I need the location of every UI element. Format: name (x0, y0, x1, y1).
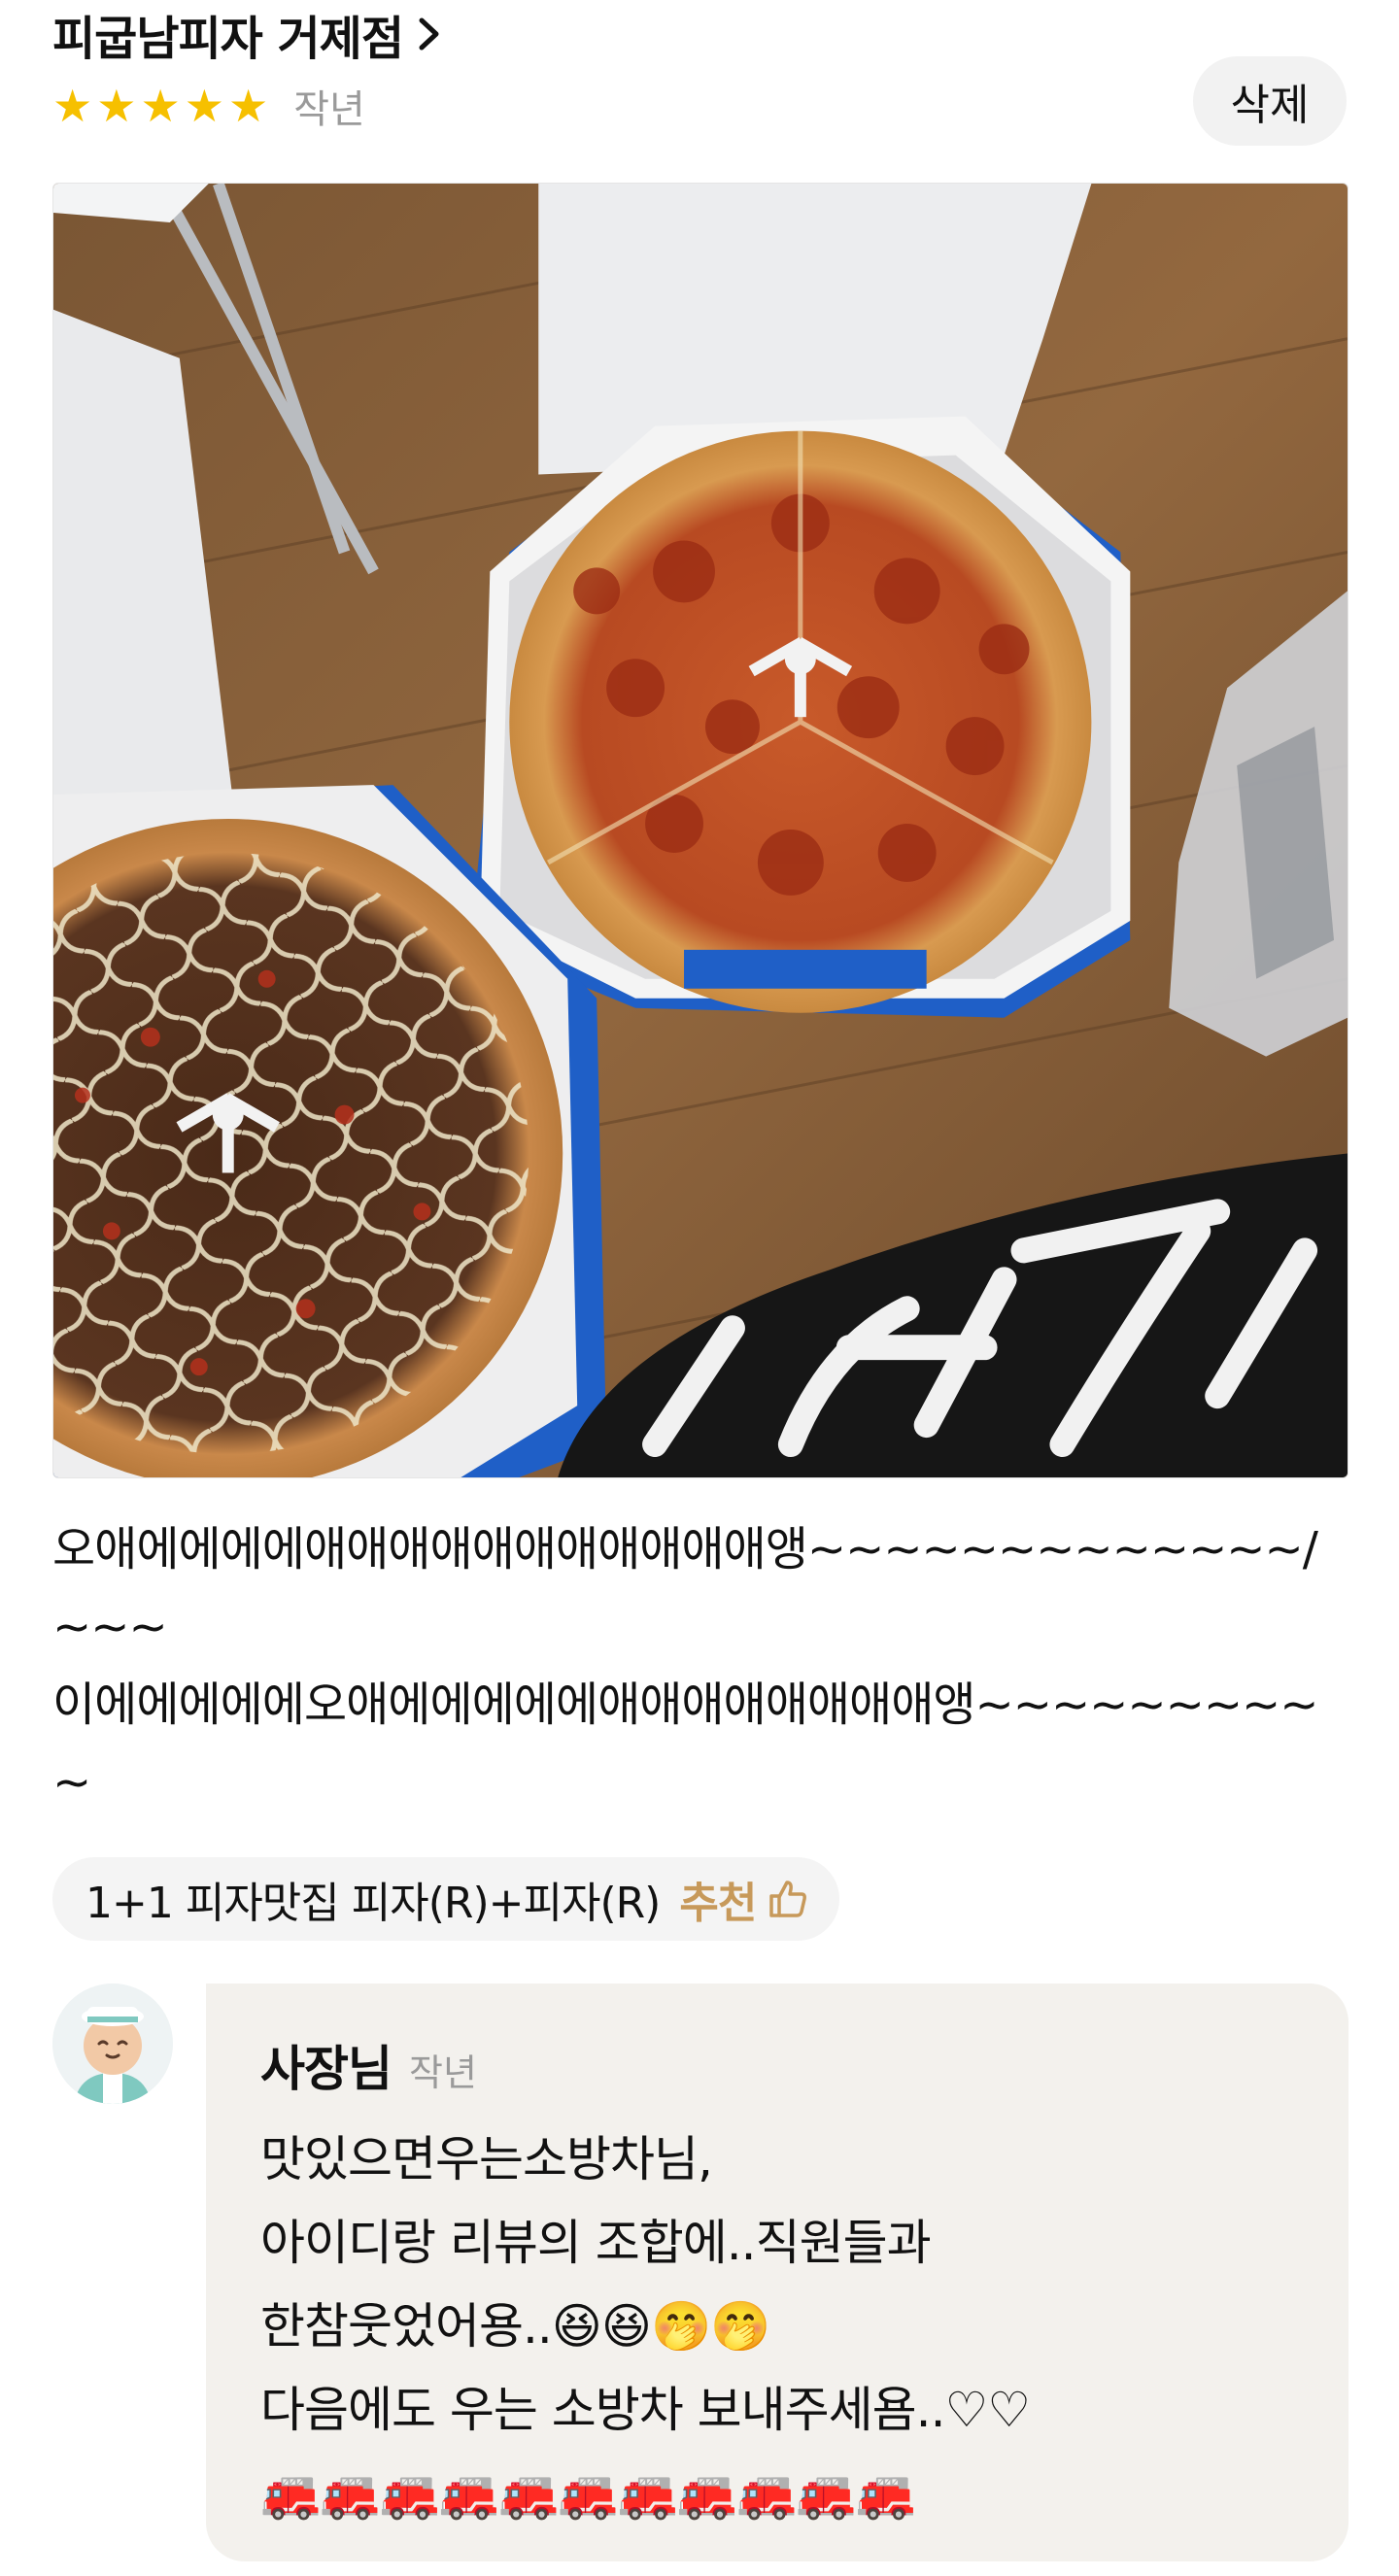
review-text: 오애에에에에애애애애애애애애애애애앵~~~~~~~~~~~~~/~~~ 이에에에… (52, 1522, 1319, 1810)
review-date: 작년 (293, 87, 365, 132)
store-name[interactable]: 피굽남피자 거제점 (52, 0, 404, 68)
menu-tag-name: 1+1 피자맛집 피자(R)+피자(R) (85, 1879, 661, 1928)
chevron-right-icon[interactable] (417, 15, 442, 53)
owner-reply-author: 사장님 (260, 2041, 392, 2097)
delete-button[interactable]: 삭제 (1193, 56, 1347, 146)
menu-tag[interactable]: 1+1 피자맛집 피자(R)+피자(R) 추천 (52, 1857, 840, 1941)
rating-row: ★ ★ ★ ★ ★ 작년 (52, 76, 365, 136)
owner-reply-date: 작년 (409, 2051, 477, 2094)
star-icon: ★ (184, 80, 224, 132)
owner-reply-body: 맛있으면우는소방차님, 아이디랑 리뷰의 조합에..직원들과 한참웃었어용..😆… (260, 2131, 1031, 2522)
owner-avatar (52, 1983, 173, 2104)
review-photo[interactable] (52, 183, 1348, 1478)
recommend-label: 추천 (679, 1879, 757, 1928)
owner-avatar-illustration (52, 1983, 173, 2104)
review-detail-page: 피굽남피자 거제점 ★ ★ ★ ★ ★ 작년 삭제 오애에에에에애애애애애애애애… (0, 0, 1399, 2576)
pizza-photo-illustration (53, 184, 1348, 1477)
star-icon: ★ (140, 80, 181, 132)
star-icon: ★ (228, 80, 269, 132)
star-icon: ★ (96, 80, 137, 132)
owner-reply: 사장님 작년 맛있으면우는소방차님, 아이디랑 리뷰의 조합에..직원들과 한참… (206, 1983, 1348, 2561)
thumbs-up-icon (769, 1881, 807, 1917)
star-icon: ★ (52, 80, 93, 132)
owner-reply-header: 사장님 작년 (260, 2030, 1300, 2098)
store-link[interactable]: 피굽남피자 거제점 (52, 0, 442, 68)
